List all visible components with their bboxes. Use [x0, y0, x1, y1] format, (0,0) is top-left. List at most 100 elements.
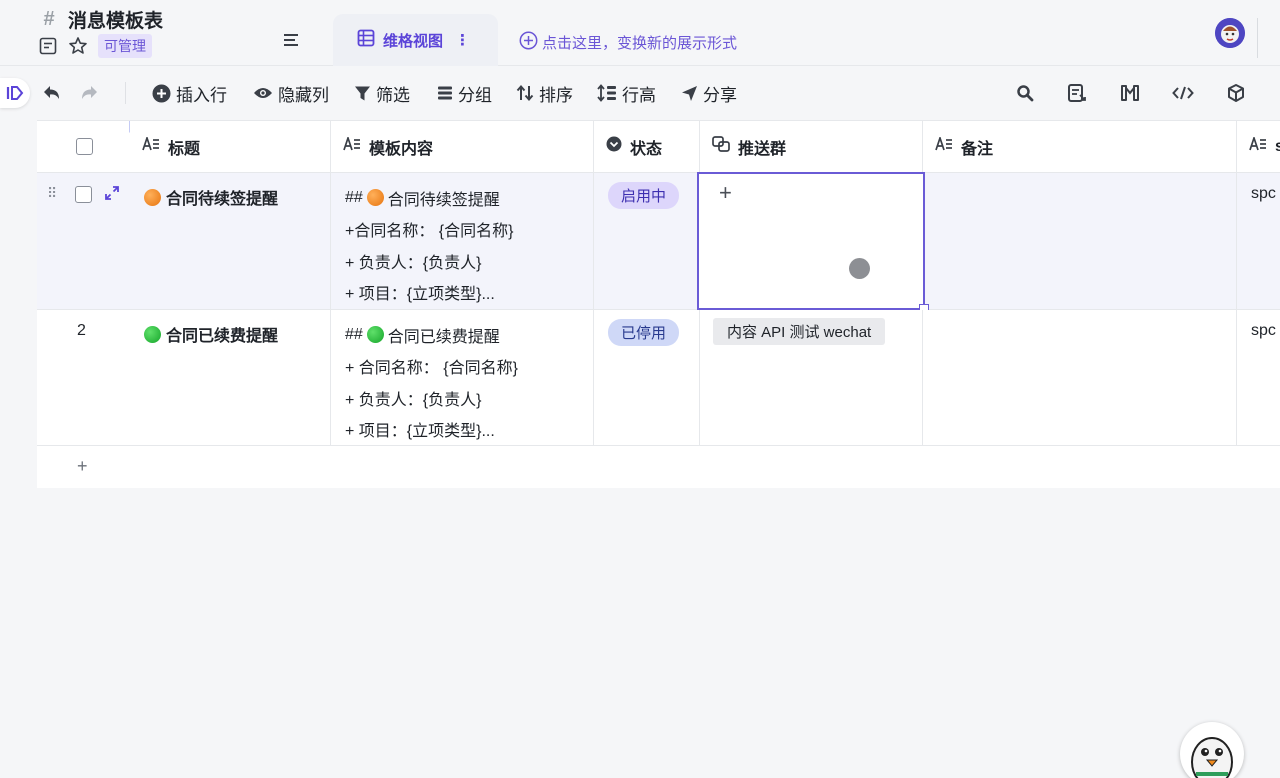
status-badge: 已停用: [608, 319, 680, 346]
pointer-cursor: [849, 258, 870, 279]
add-row-button[interactable]: +: [37, 446, 1280, 488]
app-header: # 消息模板表 可管理 维格视图 ⋮ 点击这里，变换新的展示形式: [0, 0, 1280, 66]
column-header-label: 推送群: [738, 140, 787, 158]
row-checkbox[interactable]: [75, 186, 92, 203]
orange-circle-emoji: [366, 189, 384, 207]
table-row-2-title[interactable]: 合同已续费提醒: [130, 310, 331, 446]
sort-icon: [516, 84, 534, 102]
table-row-2-note[interactable]: [923, 310, 1237, 446]
add-link-button[interactable]: +: [719, 180, 732, 206]
plus-circle-icon: [152, 84, 171, 102]
toolbar: 插入行 隐藏列 筛选 分组 排序 行高 分享: [0, 66, 1280, 120]
content-line: 合同已续费提醒: [387, 328, 500, 346]
form-icon[interactable]: [1066, 82, 1088, 104]
linked-record-tag[interactable]: 内容 API 测试 wechat: [713, 318, 886, 345]
table-row-1-status[interactable]: 启用中: [594, 173, 700, 310]
filter-label: 筛选: [376, 85, 410, 105]
group-label: 分组: [458, 85, 492, 105]
group-button[interactable]: 分组: [437, 82, 492, 105]
filter-button[interactable]: 筛选: [354, 82, 410, 105]
record-title-text: 合同待续签提醒: [166, 191, 279, 208]
description-icon[interactable]: [38, 36, 58, 56]
view-tab-label: 维格视图: [383, 32, 444, 50]
text-field-icon: [343, 135, 361, 156]
content-line: + 合同名称： {合同名称}: [345, 360, 518, 378]
column-header-label: s: [1275, 137, 1280, 155]
template-content: ## 合同已续费提醒 + 合同名称： {合同名称} + 负责人：{负责人} + 项…: [345, 319, 518, 445]
text-field-icon: [1249, 135, 1267, 156]
drag-handle-icon[interactable]: ⠿: [47, 185, 57, 202]
table-row-1-content[interactable]: ## 合同待续签提醒 +合同名称： {合同名称} + 负责人：{负责人} + 项目…: [331, 173, 594, 310]
content-line: + 项目：{立项类型}...: [345, 286, 495, 304]
column-header-note[interactable]: 备注: [923, 121, 1237, 173]
column-header-title[interactable]: 标题: [130, 121, 331, 173]
redo-icon[interactable]: [79, 82, 101, 104]
page-title[interactable]: 消息模板表: [68, 6, 163, 33]
favorite-star-icon[interactable]: [68, 36, 88, 56]
group-icon: [438, 86, 452, 100]
permission-badge[interactable]: 可管理: [98, 34, 152, 58]
single-select-icon: [606, 136, 622, 157]
column-header-label: 状态: [630, 140, 663, 158]
link-record-icon: [712, 136, 730, 157]
column-header-push-group[interactable]: 推送群: [700, 121, 923, 173]
view-more-icon[interactable]: ⋮: [455, 31, 470, 49]
row-height-label: 行高: [622, 85, 656, 105]
column-header-label: 模板内容: [369, 140, 434, 158]
table-row-2-extra[interactable]: spc: [1237, 310, 1280, 446]
undo-icon[interactable]: [40, 82, 62, 104]
record-title-text: 合同已续费提醒: [166, 328, 279, 345]
hide-columns-button[interactable]: 隐藏列: [253, 82, 329, 105]
row-height-button[interactable]: 行高: [597, 82, 656, 105]
sort-button[interactable]: 排序: [516, 82, 573, 105]
share-label: 分享: [703, 85, 737, 105]
table-row-2-status[interactable]: 已停用: [594, 310, 700, 446]
column-header-extra[interactable]: s: [1237, 121, 1280, 173]
tab-grid-view[interactable]: 维格视图 ⋮: [333, 14, 498, 66]
content-line: + 负责人：{负责人}: [345, 254, 482, 272]
table-row-1-index[interactable]: ⠿: [37, 173, 130, 310]
status-badge: 启用中: [608, 182, 680, 209]
view-list-menu-icon[interactable]: [281, 30, 301, 50]
code-embed-icon[interactable]: [1172, 82, 1194, 104]
column-header-label: 标题: [168, 140, 201, 158]
extra-cell-text: spc: [1251, 185, 1276, 202]
avatar[interactable]: [1215, 18, 1245, 48]
record-title: 合同已续费提醒: [144, 322, 278, 346]
sidebar-expand-button[interactable]: [0, 78, 30, 108]
table-row-2-push-group[interactable]: 内容 API 测试 wechat: [700, 310, 923, 446]
assistant-mascot-icon[interactable]: [1180, 722, 1244, 778]
widget-cube-icon[interactable]: [1225, 82, 1247, 104]
insert-row-button[interactable]: 插入行: [152, 82, 227, 105]
content-line: +合同名称： {合同名称}: [345, 223, 514, 241]
datasheet-hash-icon: #: [43, 8, 55, 30]
add-view-button[interactable]: 点击这里，变换新的展示形式: [519, 31, 737, 54]
column-header-content[interactable]: 模板内容: [331, 121, 594, 173]
table-row-1-title[interactable]: 合同待续签提醒: [130, 173, 331, 310]
data-grid: 标题 模板内容 状态 推送群 备注 s ⠿ 合同待续签提醒 ##合同待续签提醒: [37, 120, 1280, 488]
table-row-1-extra[interactable]: spc: [1237, 173, 1280, 310]
header-divider: [1257, 18, 1258, 58]
add-circle-icon: [519, 31, 538, 54]
search-icon[interactable]: [1014, 82, 1036, 104]
add-row-plus-icon: +: [77, 456, 88, 476]
sidebar-expand-icon: [6, 86, 24, 100]
select-all-checkbox[interactable]: [76, 138, 93, 155]
active-cell-push-group[interactable]: +: [697, 172, 929, 314]
expand-record-icon[interactable]: [104, 185, 120, 204]
content-line: + 项目：{立项类型}...: [345, 423, 495, 441]
filter-icon: [355, 86, 370, 100]
table-row-1-note[interactable]: [923, 173, 1237, 310]
table-row-2-index[interactable]: 2: [37, 310, 130, 446]
share-button[interactable]: 分享: [681, 82, 737, 105]
column-header-status[interactable]: 状态: [594, 121, 700, 173]
insert-row-label: 插入行: [176, 85, 227, 105]
template-content: ## 合同待续签提醒 +合同名称： {合同名称} + 负责人：{负责人} + 项目…: [345, 182, 513, 308]
table-row-2-content[interactable]: ## 合同已续费提醒 + 合同名称： {合同名称} + 负责人：{负责人} + 项…: [331, 310, 594, 446]
green-circle-emoji: [366, 326, 384, 344]
text-field-icon: [142, 135, 160, 156]
orange-circle-emoji: [144, 188, 161, 206]
sort-label: 排序: [539, 85, 573, 105]
robot-icon[interactable]: [1119, 82, 1141, 104]
grid-view-icon: [357, 29, 375, 51]
